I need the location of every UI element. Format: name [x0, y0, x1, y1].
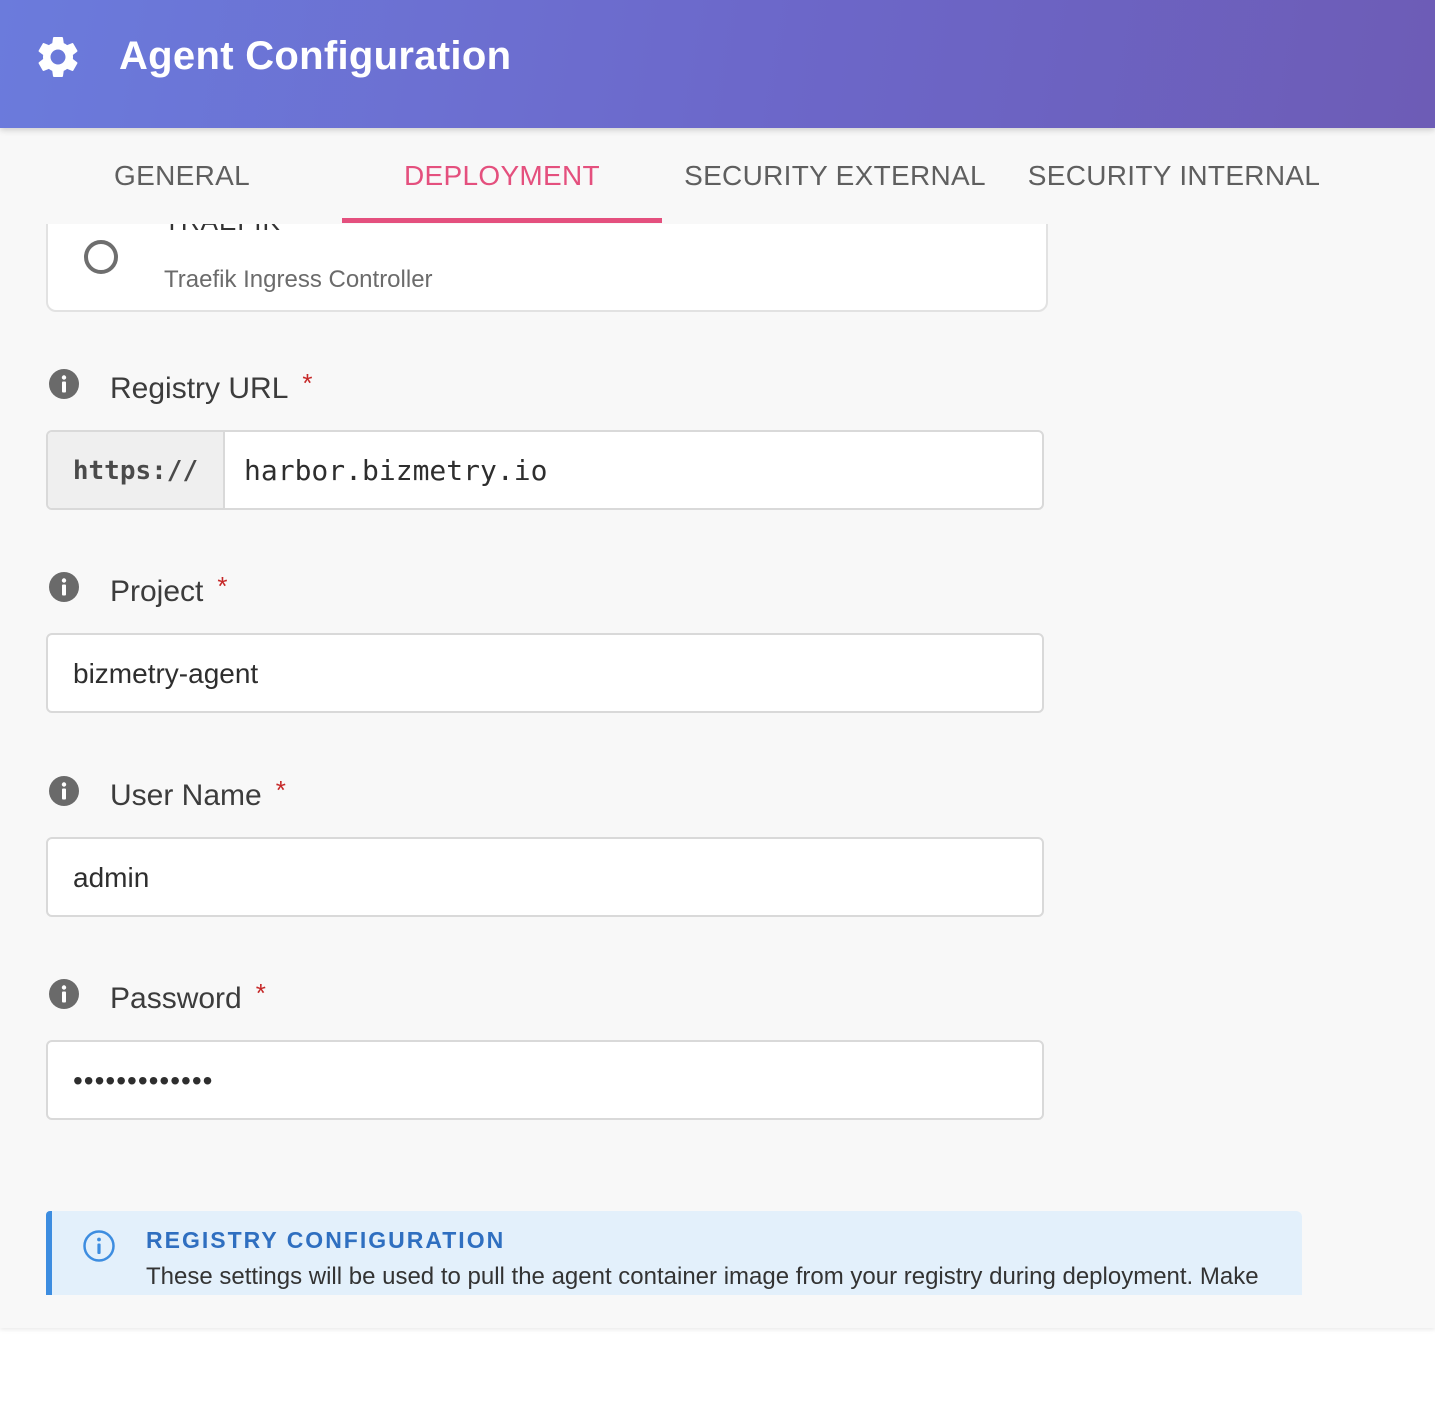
required-asterisk: *	[275, 775, 286, 805]
notice-title: REGISTRY CONFIGURATION	[146, 1227, 506, 1253]
project-label: Project *	[110, 571, 228, 609]
tab-deployment[interactable]: DEPLOYMENT	[342, 128, 662, 224]
user-name-label-text: User Name	[110, 779, 262, 812]
user-name-label: User Name *	[110, 775, 286, 813]
required-asterisk: *	[217, 571, 228, 601]
app-header: Agent Configuration	[0, 0, 1435, 128]
registry-url-label-text: Registry URL	[110, 372, 289, 405]
option-title: TRAEFIK	[164, 224, 281, 237]
project-value[interactable]: bizmetry-agent	[73, 635, 258, 711]
active-tab-indicator	[342, 218, 662, 223]
tab-security-external[interactable]: SECURITY EXTERNAL	[662, 128, 1008, 224]
deployment-panel[interactable]: TRAEFIK Traefik Ingress Controller Regis…	[0, 224, 1435, 1328]
notice-text: These settings will be used to pull the …	[146, 1263, 1259, 1290]
password-value[interactable]: •••••••••••••	[73, 1042, 213, 1118]
info-icon[interactable]	[48, 368, 80, 400]
tab-bar: GENERAL DEPLOYMENT SECURITY EXTERNAL SEC…	[0, 128, 1435, 224]
required-asterisk: *	[302, 368, 313, 398]
user-name-input[interactable]: admin	[46, 837, 1044, 917]
user-name-value[interactable]: admin	[73, 839, 149, 915]
tab-security-internal[interactable]: SECURITY INTERNAL	[1008, 128, 1340, 224]
page-title: Agent Configuration	[119, 34, 512, 78]
ingress-option-traefik[interactable]: TRAEFIK Traefik Ingress Controller	[46, 224, 1048, 312]
info-outline-icon	[83, 1230, 115, 1262]
radio-button[interactable]	[84, 240, 118, 274]
url-prefix-addon: https://	[48, 432, 225, 508]
password-input[interactable]: •••••••••••••	[46, 1040, 1044, 1120]
password-label-text: Password	[110, 982, 242, 1015]
option-subtitle: Traefik Ingress Controller	[164, 266, 433, 293]
required-asterisk: *	[255, 978, 266, 1008]
info-icon[interactable]	[48, 775, 80, 807]
gear-icon	[38, 36, 78, 77]
project-input[interactable]: bizmetry-agent	[46, 633, 1044, 713]
info-icon[interactable]	[48, 571, 80, 603]
password-label: Password *	[110, 978, 266, 1016]
tab-general[interactable]: GENERAL	[22, 128, 342, 224]
registry-url-label: Registry URL *	[110, 368, 313, 406]
info-icon[interactable]	[48, 978, 80, 1010]
registry-url-value[interactable]: harbor.bizmetry.io	[244, 432, 547, 508]
registry-config-notice: REGISTRY CONFIGURATION These settings wi…	[46, 1211, 1302, 1295]
registry-url-input[interactable]: https:// harbor.bizmetry.io	[46, 430, 1044, 510]
project-label-text: Project	[110, 575, 204, 608]
